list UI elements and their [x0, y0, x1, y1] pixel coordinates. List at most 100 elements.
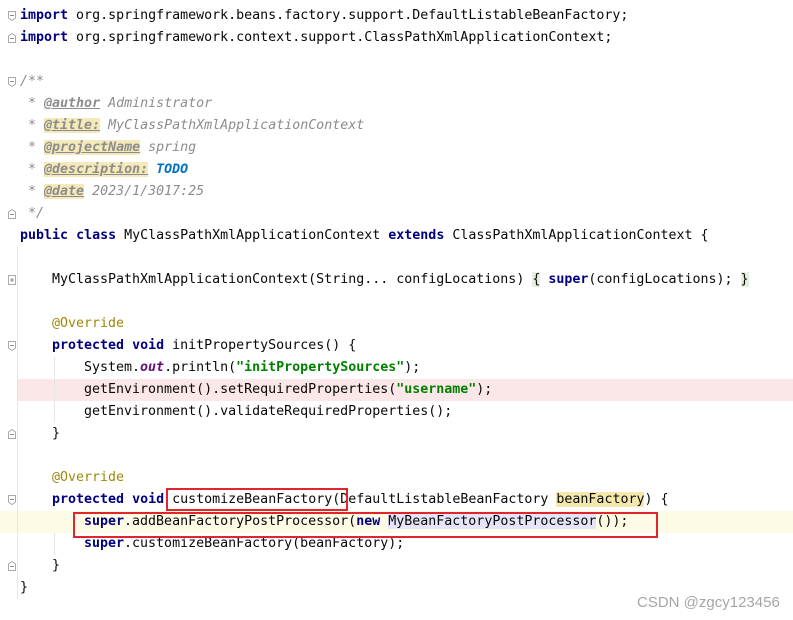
comment-text: * — [20, 140, 45, 155]
code-line-customize-bean-factory[interactable]: protected void customizeBeanFactory(Defa… — [52, 489, 669, 511]
class-reference: MyBeanFactoryPostProcessor — [388, 514, 597, 529]
keyword: extends — [388, 228, 445, 243]
keyword: public — [20, 228, 69, 243]
fold-end-icon[interactable] — [7, 560, 17, 572]
code-line-method-close-1[interactable]: } — [52, 423, 60, 445]
keyword: super — [84, 514, 125, 529]
fold-start-icon[interactable] — [7, 10, 17, 22]
fold-start-icon[interactable] — [7, 494, 17, 506]
code-editor[interactable]: import org.springframework.beans.factory… — [0, 0, 793, 620]
code-text: .println( — [164, 360, 237, 375]
comment-text: * — [20, 162, 45, 177]
code-text: } — [52, 558, 61, 573]
keyword: class — [76, 228, 117, 243]
constructor-signature: MyClassPathXmlApplicationContext(String.… — [52, 272, 533, 287]
keyword: protected — [52, 338, 125, 353]
code-text: (configLocations); — [588, 272, 741, 287]
fold-expand-icon[interactable] — [7, 274, 17, 286]
comment-text: Administrator — [100, 96, 213, 111]
comment-text: /** — [20, 74, 45, 89]
annotation: @Override — [52, 470, 125, 485]
code-line-javadoc-description[interactable]: * @description: TODO — [20, 159, 188, 181]
code-text: ); — [404, 360, 421, 375]
javadoc-tag: @projectName — [44, 140, 141, 155]
code-line-override-2[interactable]: @Override — [52, 467, 124, 489]
fold-end-icon[interactable] — [7, 32, 17, 44]
code-line-super-customize[interactable]: super.customizeBeanFactory(beanFactory); — [84, 533, 404, 555]
comment-text: 2023/1/3017:25 — [84, 184, 205, 199]
code-text: getEnvironment().setRequiredProperties( — [84, 382, 397, 397]
annotation: @Override — [52, 316, 125, 331]
string-literal: "username" — [396, 382, 477, 397]
code-line-javadoc-title[interactable]: * @title: MyClassPathXmlApplicationConte… — [20, 115, 364, 137]
code-text: ); — [476, 382, 493, 397]
code-text: ()); — [596, 514, 629, 529]
code-line-javadoc-project[interactable]: * @projectName spring — [20, 137, 196, 159]
javadoc-tag: @description: — [44, 162, 149, 177]
code-text: .customizeBeanFactory(beanFactory); — [124, 536, 405, 551]
javadoc-tag: @author — [44, 96, 101, 111]
keyword: void — [132, 338, 165, 353]
method-name: customizeBeanFactory( — [172, 492, 341, 507]
folded-brace-close[interactable]: } — [740, 272, 749, 287]
code-line-method-close-2[interactable]: } — [52, 555, 60, 577]
code-text: System. — [84, 360, 141, 375]
code-line-class-declaration[interactable]: public class MyClassPathXmlApplicationCo… — [20, 225, 709, 247]
keyword: protected — [52, 492, 125, 507]
fold-start-icon[interactable] — [7, 76, 17, 88]
code-line-class-close[interactable]: } — [20, 577, 28, 599]
code-line-javadoc-author[interactable]: * @author Administrator — [20, 93, 212, 115]
comment-text: MyClassPathXmlApplicationContext — [100, 118, 365, 133]
javadoc-tag: @title: — [44, 118, 101, 133]
code-line-init-property-sources[interactable]: protected void initPropertySources() { — [52, 335, 356, 357]
code-line-validate-required-properties[interactable]: getEnvironment().validateRequiredPropert… — [84, 401, 452, 423]
code-text: } — [52, 426, 61, 441]
import-path: org.springframework.beans.factory.suppor… — [68, 8, 629, 23]
import-path: org.springframework.context.support.Clas… — [68, 30, 613, 45]
comment-text — [148, 162, 156, 177]
code-line-import-1[interactable]: import org.springframework.beans.factory… — [20, 5, 628, 27]
code-text: } — [20, 580, 29, 595]
code-text: getEnvironment().validateRequiredPropert… — [84, 404, 453, 419]
keyword: import — [20, 8, 69, 23]
keyword: void — [132, 492, 165, 507]
fold-start-icon[interactable] — [7, 340, 17, 352]
code-line-constructor[interactable]: MyClassPathXmlApplicationContext(String.… — [52, 269, 749, 291]
class-name: MyClassPathXmlApplicationContext — [116, 228, 389, 243]
code-line-javadoc-date[interactable]: * @date 2023/1/3017:25 — [20, 181, 204, 203]
superclass-name: ClassPathXmlApplicationContext { — [444, 228, 709, 243]
code-text: ) { — [644, 492, 669, 507]
javadoc-tag: @date — [44, 184, 85, 199]
code-line-add-post-processor[interactable]: super.addBeanFactoryPostProcessor(new My… — [84, 511, 628, 533]
keyword: super — [548, 272, 589, 287]
code-line-javadoc-close[interactable]: */ — [20, 203, 44, 225]
method-signature: initPropertySources() { — [164, 338, 357, 353]
comment-text: * — [20, 118, 45, 133]
keyword: new — [356, 514, 381, 529]
fold-end-icon[interactable] — [7, 208, 17, 220]
code-line-set-required-properties[interactable]: getEnvironment().setRequiredProperties("… — [84, 379, 492, 401]
static-field: out — [140, 360, 165, 375]
code-line-import-2[interactable]: import org.springframework.context.suppo… — [20, 27, 612, 49]
comment-text: * — [20, 96, 45, 111]
keyword: import — [20, 30, 69, 45]
parameter-name: beanFactory — [556, 492, 645, 507]
code-line-println[interactable]: System.out.println("initPropertySources"… — [84, 357, 420, 379]
indent-guide-class — [17, 247, 18, 599]
code-line-javadoc-open[interactable]: /** — [20, 71, 44, 93]
fold-end-icon[interactable] — [7, 428, 17, 440]
code-text: .addBeanFactoryPostProcessor( — [124, 514, 357, 529]
watermark: CSDN @zgcy123456 — [637, 594, 780, 611]
comment-text: */ — [20, 206, 45, 221]
indent-guide-method-2 — [54, 533, 55, 555]
comment-text: * — [20, 184, 45, 199]
todo-marker: TODO — [156, 162, 189, 177]
comment-text: spring — [140, 140, 197, 155]
parameter-type: DefaultListableBeanFactory — [340, 492, 557, 507]
code-line-override-1[interactable]: @Override — [52, 313, 124, 335]
indent-guide-method-1 — [54, 357, 55, 423]
